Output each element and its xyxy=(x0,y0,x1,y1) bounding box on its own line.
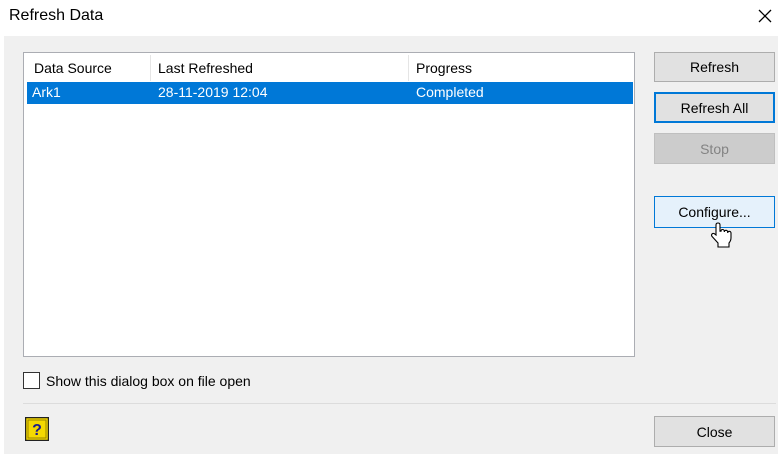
column-divider[interactable] xyxy=(408,55,409,81)
dialog-body: Data Source Last Refreshed Progress Ark1… xyxy=(4,36,778,454)
refresh-all-button[interactable]: Refresh All xyxy=(654,92,775,123)
footer-divider xyxy=(23,403,776,404)
show-on-open-checkbox[interactable] xyxy=(23,372,40,389)
list-row-selected[interactable]: Ark1 28-11-2019 12:04 Completed xyxy=(27,82,633,104)
column-header-progress[interactable]: Progress xyxy=(416,55,472,82)
column-header-last-refreshed[interactable]: Last Refreshed xyxy=(158,55,253,82)
column-divider[interactable] xyxy=(150,55,151,81)
column-header-data-source[interactable]: Data Source xyxy=(34,55,112,82)
show-on-open-label[interactable]: Show this dialog box on file open xyxy=(46,371,251,391)
svg-text:?: ? xyxy=(32,422,42,439)
list-header: Data Source Last Refreshed Progress xyxy=(27,55,633,82)
stop-button[interactable]: Stop xyxy=(654,133,775,164)
dialog-title: Refresh Data xyxy=(9,7,104,24)
refresh-button[interactable]: Refresh xyxy=(654,52,775,82)
close-window-button[interactable] xyxy=(752,3,778,29)
cell-last-refreshed: 28-11-2019 12:04 xyxy=(158,84,268,100)
help-icon: ? xyxy=(25,417,49,441)
help-button[interactable]: ? xyxy=(25,417,49,441)
close-icon xyxy=(758,9,772,23)
close-button[interactable]: Close xyxy=(654,416,775,447)
cell-data-source: Ark1 xyxy=(32,84,61,100)
configure-button[interactable]: Configure... xyxy=(654,196,775,228)
cell-progress: Completed xyxy=(416,84,484,100)
data-source-list[interactable]: Data Source Last Refreshed Progress Ark1… xyxy=(23,52,635,357)
title-bar: Refresh Data xyxy=(0,0,779,36)
